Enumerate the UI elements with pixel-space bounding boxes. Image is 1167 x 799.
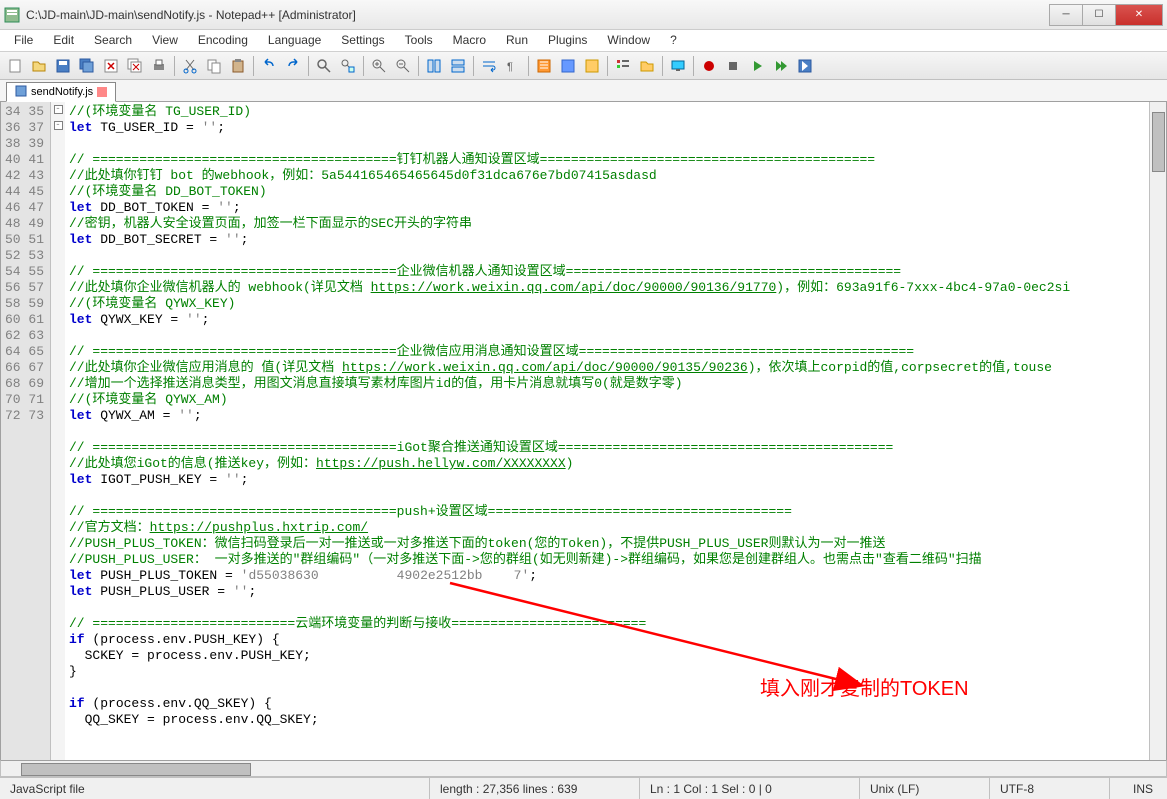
new-file-icon[interactable]: [4, 55, 26, 77]
replace-icon[interactable]: [337, 55, 359, 77]
toolbar-separator: [473, 56, 474, 76]
window-controls: ─ ☐ ✕: [1050, 4, 1163, 26]
menu-plugins[interactable]: Plugins: [538, 30, 597, 51]
redo-icon[interactable]: [282, 55, 304, 77]
status-ins: INS: [1110, 778, 1167, 799]
toolbar-separator: [693, 56, 694, 76]
monitor-icon[interactable]: [667, 55, 689, 77]
play-icon[interactable]: [746, 55, 768, 77]
wordwrap-icon[interactable]: [478, 55, 500, 77]
save-macro-icon[interactable]: [794, 55, 816, 77]
menu-edit[interactable]: Edit: [43, 30, 84, 51]
show-chars-icon[interactable]: ¶: [502, 55, 524, 77]
undo-icon[interactable]: [258, 55, 280, 77]
cut-icon[interactable]: [179, 55, 201, 77]
tab-sendnotify[interactable]: sendNotify.js: [6, 82, 116, 102]
menu-settings[interactable]: Settings: [331, 30, 394, 51]
menu-window[interactable]: Window: [597, 30, 660, 51]
status-eol: Unix (LF): [860, 778, 990, 799]
window-title: C:\JD-main\JD-main\sendNotify.js - Notep…: [26, 8, 1050, 22]
svg-text:¶: ¶: [507, 61, 513, 73]
print-icon[interactable]: [148, 55, 170, 77]
record-icon[interactable]: [698, 55, 720, 77]
find-icon[interactable]: [313, 55, 335, 77]
save-icon[interactable]: [52, 55, 74, 77]
zoom-in-icon[interactable]: [368, 55, 390, 77]
paste-icon[interactable]: [227, 55, 249, 77]
toolbar-separator: [174, 56, 175, 76]
annotation-text: 填入刚才复制的TOKEN: [760, 672, 969, 701]
app-icon: [4, 7, 20, 23]
maximize-button[interactable]: ☐: [1082, 4, 1116, 26]
toolbar-separator: [253, 56, 254, 76]
folder-icon[interactable]: [636, 55, 658, 77]
open-file-icon[interactable]: [28, 55, 50, 77]
menu-file[interactable]: File: [4, 30, 43, 51]
toolbar-separator: [308, 56, 309, 76]
toolbar-separator: [662, 56, 663, 76]
menu-macro[interactable]: Macro: [443, 30, 496, 51]
func-list-icon[interactable]: [612, 55, 634, 77]
close-all-icon[interactable]: [124, 55, 146, 77]
menu-[interactable]: ?: [660, 30, 687, 51]
minimize-button[interactable]: ─: [1049, 4, 1083, 26]
stop-icon[interactable]: [722, 55, 744, 77]
toolbar-separator: [363, 56, 364, 76]
menu-tools[interactable]: Tools: [395, 30, 443, 51]
menubar: FileEditSearchViewEncodingLanguageSettin…: [0, 30, 1167, 52]
status-length: length : 27,356 lines : 639: [430, 778, 640, 799]
lang-icon[interactable]: [557, 55, 579, 77]
code-area[interactable]: //(环境变量名 TG_USER_ID) let TG_USER_ID = ''…: [65, 102, 1149, 760]
vertical-scrollbar[interactable]: [1149, 102, 1166, 760]
scrollbar-thumb[interactable]: [21, 763, 251, 776]
indent-guide-icon[interactable]: [533, 55, 555, 77]
status-position: Ln : 1 Col : 1 Sel : 0 | 0: [640, 778, 860, 799]
tab-label: sendNotify.js: [31, 86, 93, 98]
toolbar-separator: [607, 56, 608, 76]
sync-h-icon[interactable]: [447, 55, 469, 77]
fold-column: - -: [51, 102, 65, 760]
save-all-icon[interactable]: [76, 55, 98, 77]
sync-v-icon[interactable]: [423, 55, 445, 77]
toolbar-separator: [418, 56, 419, 76]
copy-icon[interactable]: [203, 55, 225, 77]
titlebar: C:\JD-main\JD-main\sendNotify.js - Notep…: [0, 0, 1167, 30]
menu-view[interactable]: View: [142, 30, 188, 51]
scrollbar-thumb[interactable]: [1152, 112, 1165, 172]
tabbar: sendNotify.js: [0, 80, 1167, 102]
line-gutter: 34 35 36 37 38 39 40 41 42 43 44 45 46 4…: [1, 102, 51, 760]
horizontal-scrollbar[interactable]: [0, 760, 1167, 777]
status-language: JavaScript file: [0, 778, 430, 799]
menu-run[interactable]: Run: [496, 30, 538, 51]
menu-language[interactable]: Language: [258, 30, 331, 51]
doc-map-icon[interactable]: [581, 55, 603, 77]
toolbar: ¶: [0, 52, 1167, 80]
menu-encoding[interactable]: Encoding: [188, 30, 258, 51]
close-button[interactable]: ✕: [1115, 4, 1163, 26]
statusbar: JavaScript file length : 27,356 lines : …: [0, 777, 1167, 799]
menu-search[interactable]: Search: [84, 30, 142, 51]
play-multi-icon[interactable]: [770, 55, 792, 77]
close-file-icon[interactable]: [100, 55, 122, 77]
tab-close-icon[interactable]: [97, 87, 107, 97]
editor: 34 35 36 37 38 39 40 41 42 43 44 45 46 4…: [0, 102, 1167, 760]
file-icon: [15, 85, 27, 100]
zoom-out-icon[interactable]: [392, 55, 414, 77]
toolbar-separator: [528, 56, 529, 76]
status-encoding: UTF-8: [990, 778, 1110, 799]
